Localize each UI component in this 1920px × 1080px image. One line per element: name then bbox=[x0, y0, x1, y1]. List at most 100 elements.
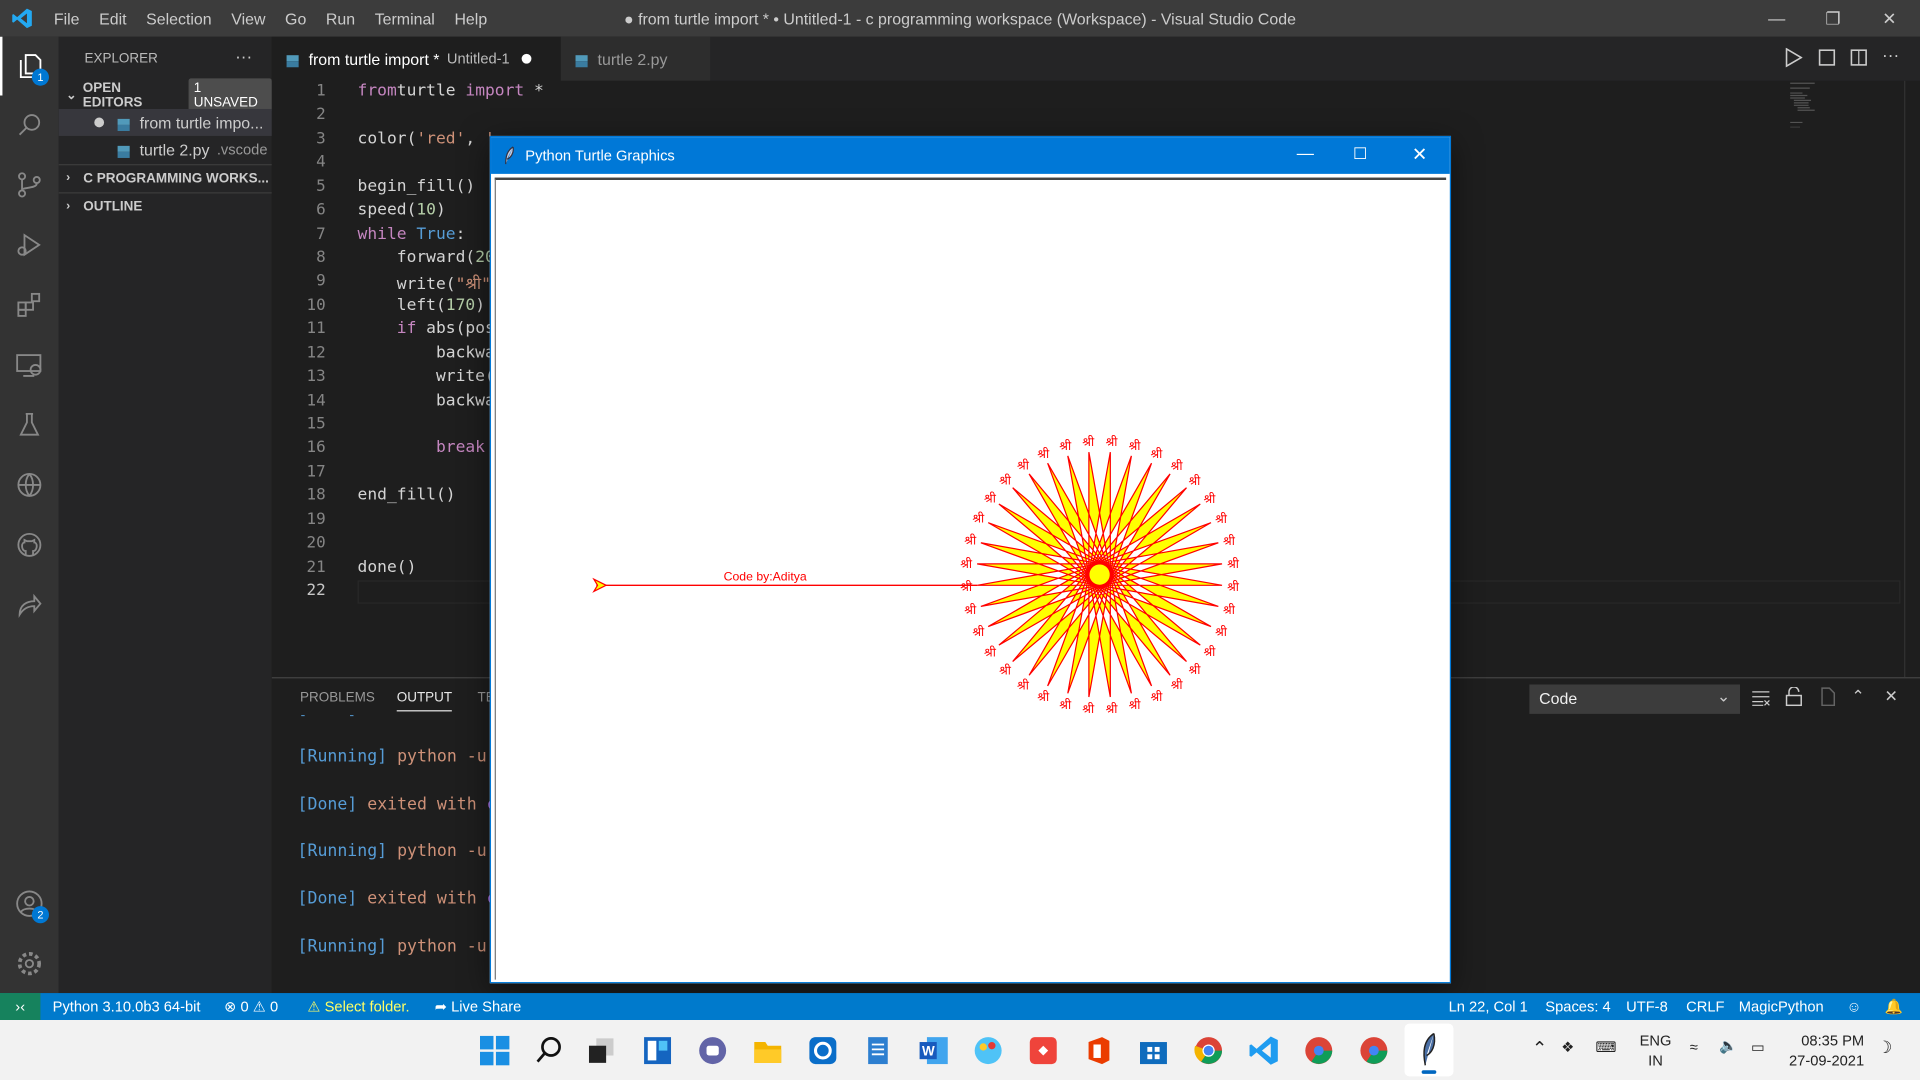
run-debug-icon[interactable] bbox=[0, 216, 59, 275]
turtle-close-button[interactable]: ✕ bbox=[1412, 143, 1427, 165]
vscode-taskbar-icon[interactable] bbox=[1248, 1035, 1280, 1067]
task-view-icon[interactable] bbox=[585, 1035, 617, 1067]
unsaved-dot-icon[interactable] bbox=[521, 53, 532, 64]
outline-section[interactable]: › OUTLINE bbox=[58, 192, 272, 219]
close-panel-icon[interactable]: ✕ bbox=[1884, 687, 1897, 707]
github-icon[interactable] bbox=[0, 516, 59, 575]
code-line: forward(20 bbox=[358, 249, 495, 267]
more-actions-icon[interactable]: ··· bbox=[1882, 45, 1899, 65]
anydesk-icon[interactable] bbox=[1027, 1035, 1059, 1067]
star-label: श्री bbox=[1106, 435, 1119, 449]
explorer-icon[interactable]: 1 bbox=[0, 36, 59, 96]
menu-terminal[interactable]: Terminal bbox=[365, 9, 445, 27]
python-turtle-taskbar-icon[interactable] bbox=[1404, 1023, 1454, 1077]
remote-explorer-icon[interactable] bbox=[0, 336, 59, 395]
menu-edit[interactable]: Edit bbox=[89, 9, 136, 27]
turtle-canvas[interactable]: श्री श्री श्री श्री श्री श्री श्री श्री श्री श्री… bbox=[494, 177, 1447, 980]
menu-help[interactable]: Help bbox=[445, 9, 497, 27]
show-hidden-icons-button[interactable]: ⌃ bbox=[1532, 1037, 1547, 1059]
widgets-icon[interactable] bbox=[642, 1035, 674, 1067]
app-icon[interactable] bbox=[807, 1035, 839, 1067]
lock-scroll-icon[interactable] bbox=[1785, 686, 1802, 710]
file-explorer-icon[interactable] bbox=[752, 1035, 784, 1067]
chrome-icon[interactable] bbox=[1193, 1035, 1225, 1067]
feedback-icon[interactable]: ☺ bbox=[1847, 998, 1862, 1015]
notepad-icon[interactable] bbox=[862, 1035, 894, 1067]
minimap[interactable] bbox=[1788, 81, 1904, 128]
open-editor-item[interactable]: turtle 2.py .vscode bbox=[59, 136, 272, 163]
chrome-profile-icon[interactable] bbox=[1303, 1035, 1335, 1067]
turtle-maximize-button[interactable]: ☐ bbox=[1353, 144, 1367, 164]
settings-gear-icon[interactable] bbox=[0, 934, 59, 993]
battery-icon[interactable]: ▭ bbox=[1751, 1038, 1765, 1055]
search-icon[interactable] bbox=[0, 96, 59, 155]
maximize-panel-icon[interactable]: ⌃ bbox=[1851, 687, 1864, 707]
split-editor-icon[interactable] bbox=[1850, 49, 1867, 70]
minimize-button[interactable]: — bbox=[1749, 0, 1805, 37]
live-share-item[interactable]: ➦ Live Share bbox=[435, 998, 522, 1015]
indentation[interactable]: Spaces: 4 bbox=[1545, 998, 1610, 1015]
editor-scrollbar[interactable] bbox=[1904, 80, 1920, 678]
remote-indicator-icon[interactable]: ›‹ bbox=[0, 993, 41, 1021]
explorer-badge: 1 bbox=[31, 68, 49, 86]
open-preview-icon[interactable] bbox=[1818, 49, 1836, 70]
menu-go[interactable]: Go bbox=[275, 9, 316, 27]
live-share-icon[interactable] bbox=[0, 576, 59, 635]
source-control-icon[interactable] bbox=[0, 156, 59, 215]
more-actions-button[interactable]: ··· bbox=[235, 47, 252, 67]
line-number: 7 bbox=[316, 224, 326, 244]
tab-turtle-2[interactable]: turtle 2.py bbox=[560, 36, 711, 81]
wifi-icon[interactable]: ≈ bbox=[1690, 1038, 1698, 1055]
output-log[interactable]: [Done] exited with c[Running] python -u[… bbox=[272, 715, 493, 994]
teams-chat-icon[interactable] bbox=[697, 1035, 729, 1067]
dropbox-icon[interactable]: ❖ bbox=[1561, 1038, 1574, 1055]
line-ending[interactable]: CRLF bbox=[1686, 998, 1724, 1015]
turtle-graphics-window[interactable]: Python Turtle Graphics — ☐ ✕ श्री श्री श्र… bbox=[489, 135, 1452, 984]
menu-run[interactable]: Run bbox=[316, 9, 365, 27]
cursor-position[interactable]: Ln 22, Col 1 bbox=[1449, 998, 1528, 1015]
volume-icon[interactable]: 🔈 bbox=[1719, 1037, 1737, 1054]
menu-selection[interactable]: Selection bbox=[136, 9, 221, 27]
word-icon[interactable]: W bbox=[917, 1035, 949, 1067]
select-folder-item[interactable]: ⚠ Select folder. bbox=[307, 998, 409, 1015]
turtle-minimize-button[interactable]: — bbox=[1297, 143, 1314, 163]
language-mode[interactable]: MagicPython bbox=[1739, 998, 1824, 1015]
testing-icon[interactable] bbox=[0, 396, 59, 455]
focus-assist-moon-icon[interactable]: ☽ bbox=[1877, 1037, 1892, 1058]
output-channel-select[interactable]: Code ⌄ bbox=[1529, 684, 1741, 714]
workspace-section[interactable]: › C PROGRAMMING WORKS... bbox=[58, 164, 272, 191]
problems-indicator[interactable]: ⊗ 0 ⚠ 0 bbox=[224, 998, 278, 1015]
open-editor-item[interactable]: from turtle impo... bbox=[58, 108, 272, 136]
menu-file[interactable]: File bbox=[44, 9, 89, 27]
search-icon[interactable] bbox=[533, 1035, 565, 1067]
notifications-bell-icon[interactable]: 🔔 bbox=[1884, 998, 1902, 1015]
tab-untitled-1[interactable]: from turtle import * Untitled-1 bbox=[271, 36, 561, 81]
accounts-icon[interactable]: 2 bbox=[0, 874, 59, 933]
line-number: 13 bbox=[306, 367, 326, 386]
output-token: [Done] bbox=[297, 794, 358, 814]
extensions-icon[interactable] bbox=[0, 276, 59, 335]
globe-icon[interactable] bbox=[0, 456, 59, 515]
open-log-icon[interactable] bbox=[1818, 687, 1836, 710]
open-editors-section[interactable]: ⌄ OPEN EDITORS 1 UNSAVED bbox=[59, 78, 272, 113]
clear-output-icon[interactable] bbox=[1751, 689, 1771, 710]
editor-tabs: from turtle import * Untitled-1 turtle 2… bbox=[271, 36, 1920, 81]
clock[interactable]: 08:35 PM 27-09-2021 bbox=[1789, 1031, 1864, 1070]
tab-output[interactable]: OUTPUT bbox=[396, 691, 453, 712]
close-button[interactable]: ✕ bbox=[1861, 0, 1917, 37]
paint-icon[interactable] bbox=[972, 1035, 1004, 1067]
encoding[interactable]: UTF-8 bbox=[1626, 998, 1668, 1015]
start-windows-icon[interactable] bbox=[479, 1035, 511, 1067]
turtle-title-bar[interactable]: Python Turtle Graphics — ☐ ✕ bbox=[491, 137, 1450, 174]
menu-view[interactable]: View bbox=[221, 9, 275, 27]
microsoft-store-icon[interactable] bbox=[1138, 1035, 1170, 1067]
language-indicator[interactable]: ENG IN bbox=[1640, 1031, 1672, 1070]
office-icon[interactable] bbox=[1082, 1035, 1114, 1067]
restore-button[interactable]: ❐ bbox=[1805, 0, 1861, 37]
touch-keyboard-icon[interactable]: ⌨ bbox=[1596, 1038, 1617, 1055]
tab-problems[interactable]: PROBLEMS bbox=[300, 691, 375, 706]
run-file-icon[interactable] bbox=[1785, 47, 1803, 71]
python-interpreter[interactable]: Python 3.10.0b3 64-bit bbox=[53, 998, 201, 1015]
title-bar: File Edit Selection View Go Run Terminal Help ●… bbox=[0, 0, 1920, 37]
chrome-profile-icon[interactable] bbox=[1358, 1035, 1390, 1067]
